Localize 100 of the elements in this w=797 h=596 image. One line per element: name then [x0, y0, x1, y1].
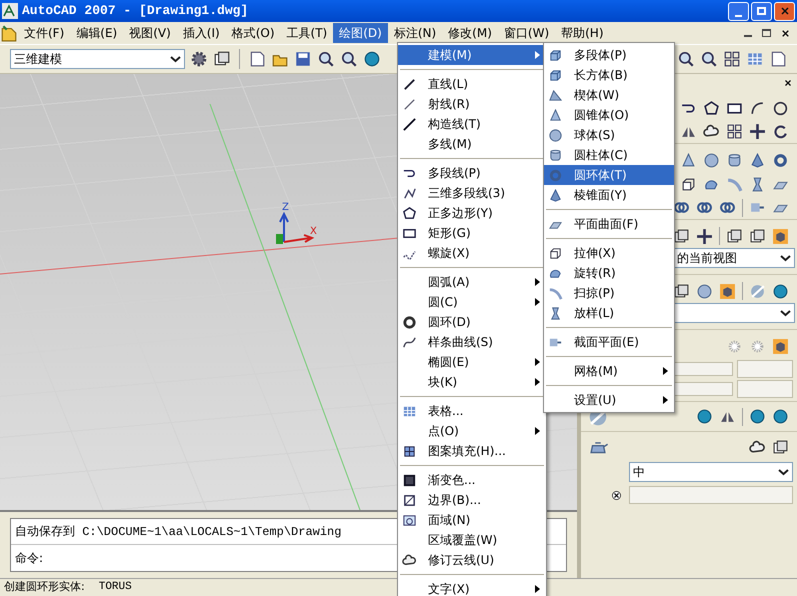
- dropdown-field[interactable]: 中: [629, 462, 793, 482]
- menu-bar-item[interactable]: 标注(N): [388, 23, 442, 43]
- menu-item[interactable]: 多段线(P): [398, 163, 546, 183]
- ucs-icon: [276, 212, 314, 244]
- menu-item[interactable]: 圆弧(A): [398, 272, 546, 292]
- menu-bar-item[interactable]: 格式(O): [226, 23, 281, 43]
- menu-bar-item[interactable]: 视图(V): [123, 23, 177, 43]
- menu-item[interactable]: 圆环体(T): [544, 165, 674, 185]
- line-icon: [402, 76, 417, 92]
- box-icon: [548, 68, 563, 82]
- globe-icon[interactable]: [696, 408, 713, 425]
- minimize-button[interactable]: [728, 2, 749, 20]
- shaded-cube-icon[interactable]: [772, 228, 789, 244]
- drawing-document-icon: [0, 24, 18, 42]
- rotate-icon[interactable]: [772, 123, 789, 140]
- menu-bar-item[interactable]: 工具(T): [280, 23, 334, 43]
- close-button[interactable]: [774, 2, 795, 20]
- sphere-icon: [548, 128, 563, 142]
- extrude-icon[interactable]: [680, 176, 697, 192]
- menu-item[interactable]: 文字(X): [398, 579, 546, 596]
- pentagon-icon[interactable]: [703, 100, 720, 116]
- cloud-icon: [402, 552, 417, 568]
- command-prompt[interactable]: 命令:: [15, 549, 44, 567]
- ray-icon: [402, 96, 417, 112]
- pyramid-icon[interactable]: [749, 152, 766, 168]
- new-file-icon[interactable]: [248, 50, 266, 68]
- torus-icon[interactable]: [772, 152, 789, 168]
- 3d-polyline-icon: [402, 186, 417, 200]
- sphere-icon[interactable]: [703, 152, 720, 168]
- close-icon[interactable]: [783, 78, 793, 88]
- union-icon[interactable]: [673, 199, 690, 216]
- cylinder-icon[interactable]: [726, 152, 743, 168]
- menu-item[interactable]: 点(O): [398, 421, 546, 441]
- region-icon: [402, 512, 417, 528]
- status-command: TORUS: [98, 580, 132, 596]
- dropdown-field[interactable]: 三维建模: [10, 49, 185, 69]
- menu-item[interactable]: 圆环(D): [398, 312, 546, 332]
- hatch-icon: [402, 444, 417, 458]
- status-message: 创建圆环形实体:: [4, 579, 85, 596]
- gear-icon[interactable]: [190, 50, 208, 68]
- menu-item[interactable]: 射线(R): [398, 94, 546, 114]
- menu-bar-item[interactable]: 帮助(H): [555, 23, 610, 43]
- zoom-previous-icon[interactable]: [700, 50, 718, 68]
- menu-item[interactable]: 边界(B)...: [398, 490, 546, 510]
- boundary-icon: [402, 492, 417, 508]
- cone-icon[interactable]: [680, 152, 697, 168]
- menu-item[interactable]: 正多边形(Y): [398, 203, 546, 223]
- menu-item[interactable]: 螺旋(X): [398, 243, 546, 263]
- pentagon-icon: [402, 206, 417, 220]
- menu-item[interactable]: 多线(M): [398, 134, 546, 154]
- wedge-icon: [548, 88, 563, 102]
- subtract-icon[interactable]: [696, 199, 713, 216]
- z-axis-label: Z: [282, 201, 289, 215]
- menu-bar-item[interactable]: 文件(F): [18, 23, 70, 43]
- arc-icon[interactable]: [749, 100, 766, 116]
- input-field[interactable]: [737, 360, 793, 378]
- menu-bar-item[interactable]: 窗口(W): [498, 23, 556, 43]
- cancel-icon: [610, 488, 623, 502]
- document-close-icon[interactable]: [780, 28, 791, 38]
- restore-button[interactable]: [751, 2, 772, 20]
- menu-item[interactable]: 建模(M): [398, 45, 546, 65]
- menu-item[interactable]: 椭圆(E): [398, 352, 546, 372]
- gradient-fill-icon: [402, 472, 417, 488]
- move-icon[interactable]: [749, 123, 766, 140]
- zoom-icon[interactable]: [677, 50, 695, 68]
- circle-icon[interactable]: [772, 100, 789, 116]
- construction-line-icon: [402, 116, 417, 132]
- menu-bar-item[interactable]: 插入(I): [176, 23, 226, 43]
- loft-icon: [548, 306, 563, 320]
- menu-item[interactable]: 渐变色...: [398, 470, 546, 490]
- save-icon[interactable]: [294, 50, 312, 68]
- document-restore-icon[interactable]: [762, 29, 771, 37]
- close-icon: [778, 5, 790, 17]
- menu-bar-item[interactable]: 编辑(E): [70, 23, 124, 43]
- torus-icon: [548, 168, 563, 182]
- menu-item[interactable]: 构造线(T): [398, 114, 546, 134]
- pyramid-icon: [548, 188, 563, 202]
- menu-item[interactable]: 多段体(P): [544, 45, 674, 65]
- menu-item[interactable]: 修订云线(U): [398, 550, 546, 570]
- spline-icon: [402, 334, 417, 350]
- input-field[interactable]: [737, 380, 793, 398]
- cylinder-icon: [548, 148, 563, 162]
- x-axis-label: X: [310, 225, 317, 239]
- menu-item[interactable]: 样条曲线(S): [398, 332, 546, 352]
- menu-item[interactable]: 矩形(G): [398, 223, 546, 243]
- sweep-icon: [548, 286, 563, 300]
- menu-item[interactable]: 直线(L): [398, 74, 546, 94]
- array-icon[interactable]: [726, 123, 743, 140]
- dropdown-field[interactable]: 的当前视图: [673, 248, 795, 268]
- menu-item[interactable]: 块(K): [398, 372, 546, 392]
- cone-icon: [548, 108, 563, 122]
- app-logo-icon: [2, 3, 18, 19]
- menu-item[interactable]: 图案填充(H)...: [398, 441, 546, 461]
- input-field[interactable]: [629, 486, 793, 504]
- intersect-icon[interactable]: [719, 199, 736, 216]
- menu-bar-item[interactable]: 修改(M): [442, 23, 498, 43]
- menu-item[interactable]: 三维多段线(3): [398, 183, 546, 203]
- window-title: AutoCAD 2007 - [Drawing1.dwg]: [22, 2, 248, 20]
- menu-item[interactable]: 圆(C): [398, 292, 546, 312]
- menu-bar-item[interactable]: 绘图(D): [333, 23, 388, 43]
